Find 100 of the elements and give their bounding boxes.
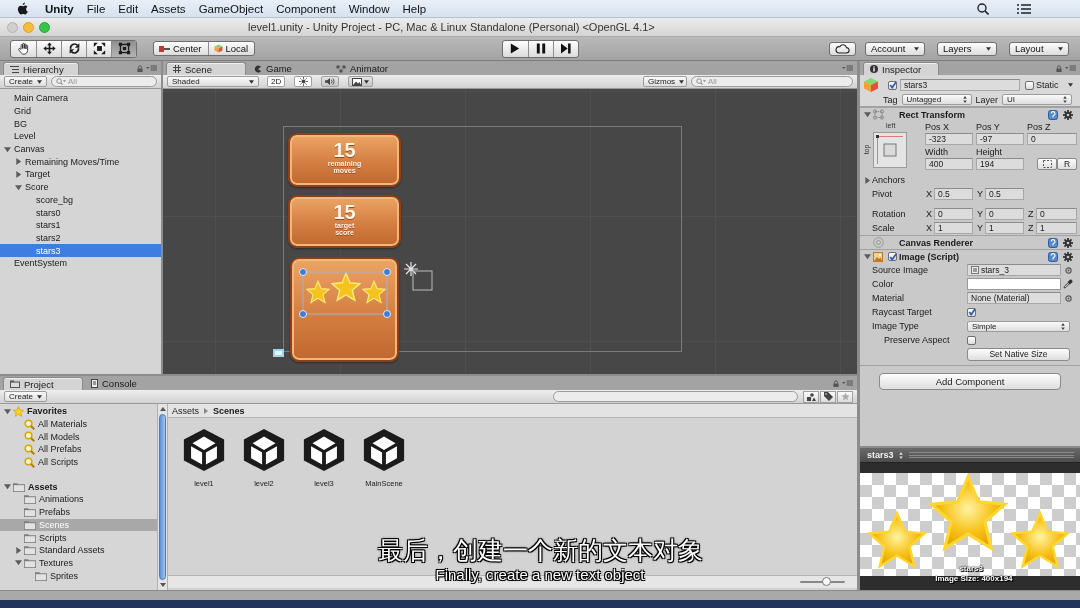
- foldout-arrow-icon[interactable]: [15, 183, 22, 191]
- number-field[interactable]: 0.5: [934, 188, 973, 200]
- audio-toggle[interactable]: [321, 76, 340, 87]
- dropdown[interactable]: Simple: [967, 320, 1070, 332]
- filter-by-label-button[interactable]: [820, 390, 836, 403]
- lighting-toggle[interactable]: [294, 76, 313, 87]
- component-title[interactable]: Rect Transform: [899, 109, 966, 120]
- tree-item[interactable]: Animations: [0, 493, 157, 506]
- menu-item[interactable]: File: [86, 2, 106, 15]
- panel-tab[interactable]: Game: [248, 62, 328, 75]
- slider-thumb[interactable]: [822, 577, 832, 586]
- app-menu[interactable]: Unity: [45, 2, 74, 15]
- tag-dropdown[interactable]: Untagged: [901, 94, 972, 105]
- number-field[interactable]: 0.5: [985, 188, 1024, 200]
- panel-tab[interactable]: Project: [3, 377, 83, 390]
- number-field[interactable]: 0: [1036, 208, 1077, 220]
- menu-item[interactable]: Help: [402, 2, 427, 15]
- scrollbar-thumb[interactable]: [159, 414, 166, 580]
- tree-item[interactable]: stars2: [0, 231, 161, 245]
- resize-handle[interactable]: [299, 268, 307, 276]
- gear-icon[interactable]: [1063, 109, 1073, 120]
- panel-tab[interactable]: Console: [85, 377, 165, 390]
- breadcrumb-item[interactable]: Assets: [172, 405, 199, 416]
- add-component-button[interactable]: Add Component: [879, 373, 1061, 390]
- tree-item[interactable]: EventSystem: [0, 256, 161, 270]
- list-icon[interactable]: [1017, 3, 1031, 14]
- panel-tab[interactable]: Animator: [330, 62, 410, 75]
- foldout-arrow-icon[interactable]: [15, 559, 22, 567]
- menu-item[interactable]: Component: [276, 2, 336, 15]
- foldout-arrow-icon[interactable]: [4, 483, 11, 491]
- resize-handle[interactable]: [383, 268, 391, 276]
- foldout-arrow-icon[interactable]: [4, 145, 11, 153]
- tree-item[interactable]: stars1: [0, 218, 161, 232]
- panel-menu-icon[interactable]: [842, 65, 853, 71]
- number-field[interactable]: 1: [985, 222, 1024, 234]
- 2d-toggle[interactable]: 2D: [267, 76, 286, 87]
- help-icon[interactable]: [1048, 237, 1058, 248]
- foldout-arrow-icon[interactable]: [15, 158, 22, 166]
- component-title[interactable]: Canvas Renderer: [899, 237, 974, 248]
- foldout-arrow-icon[interactable]: [4, 407, 11, 415]
- tree-item[interactable]: Grid: [0, 104, 161, 118]
- layer-dropdown[interactable]: UI: [1002, 94, 1073, 105]
- resize-handle[interactable]: [383, 310, 391, 318]
- tree-item[interactable]: Sprites: [0, 569, 157, 582]
- checkbox[interactable]: [967, 335, 976, 345]
- help-icon[interactable]: [1048, 251, 1058, 262]
- number-field[interactable]: 0: [934, 208, 973, 220]
- pivot-position-button[interactable]: Center: [154, 42, 208, 55]
- filter-by-type-button[interactable]: [803, 390, 819, 403]
- tree-item[interactable]: BG: [0, 117, 161, 131]
- blueprint-mode-button[interactable]: [1037, 157, 1057, 170]
- menu-item[interactable]: GameObject: [198, 2, 264, 15]
- foldout-arrow-icon[interactable]: [864, 111, 871, 118]
- color-field[interactable]: [967, 278, 1061, 290]
- eyedropper-icon[interactable]: [1063, 279, 1073, 289]
- search-field[interactable]: [553, 391, 798, 402]
- name-field[interactable]: stars3: [900, 79, 1020, 91]
- tree-item[interactable]: score_bg: [0, 193, 161, 207]
- preview-dropdown[interactable]: stars3: [867, 450, 903, 460]
- tree-item[interactable]: Assets: [0, 480, 157, 494]
- tree-item[interactable]: All Prefabs: [0, 443, 157, 456]
- tree-item[interactable]: Prefabs: [0, 505, 157, 519]
- rect-tool-button[interactable]: [111, 40, 136, 57]
- gizmos-dropdown[interactable]: Gizmos: [643, 76, 687, 87]
- resize-handle[interactable]: [299, 310, 307, 318]
- toolbar-dropdown[interactable]: Layers: [937, 41, 997, 56]
- number-field[interactable]: -97: [976, 132, 1024, 145]
- static-checkbox[interactable]: [1025, 80, 1034, 90]
- menu-item[interactable]: Assets: [151, 2, 186, 15]
- foldout-arrow-icon[interactable]: [864, 176, 871, 184]
- component-title[interactable]: Image (Script): [899, 251, 959, 262]
- tree-item[interactable]: stars3: [0, 244, 161, 257]
- lock-icon[interactable]: [137, 64, 143, 72]
- tree-item[interactable]: All Models: [0, 430, 157, 444]
- panel-menu-icon[interactable]: [842, 380, 853, 386]
- tree-item[interactable]: Canvas: [0, 142, 161, 156]
- breadcrumb-item[interactable]: Scenes: [213, 405, 245, 416]
- foldout-arrow-icon[interactable]: [15, 546, 22, 554]
- checkbox[interactable]: [967, 307, 976, 317]
- number-field[interactable]: 400: [925, 157, 973, 170]
- tree-item[interactable]: stars0: [0, 206, 161, 219]
- toolbar-dropdown[interactable]: Layout: [1009, 41, 1069, 56]
- foldout-arrow-icon[interactable]: [864, 253, 871, 260]
- number-field[interactable]: 0: [985, 208, 1024, 220]
- number-field[interactable]: 0: [1027, 132, 1077, 145]
- menu-item[interactable]: Edit: [118, 2, 139, 15]
- cloud-button[interactable]: [829, 41, 856, 56]
- tree-item[interactable]: Main Camera: [0, 92, 161, 105]
- shading-dropdown[interactable]: Shaded: [167, 76, 259, 87]
- tree-item[interactable]: Favorites: [0, 405, 157, 418]
- create-dropdown[interactable]: Create: [4, 76, 47, 87]
- tree-item[interactable]: Standard Assets: [0, 543, 157, 557]
- lock-icon[interactable]: [1056, 64, 1062, 72]
- panel-menu-icon[interactable]: [146, 65, 157, 71]
- enabled-checkbox[interactable]: [888, 252, 897, 261]
- pivot-rotation-button[interactable]: Local: [207, 42, 255, 55]
- effects-dropdown[interactable]: [348, 76, 374, 87]
- tree-item[interactable]: Textures: [0, 556, 157, 570]
- create-dropdown[interactable]: Create: [4, 391, 47, 402]
- object-field[interactable]: None (Material): [967, 292, 1061, 304]
